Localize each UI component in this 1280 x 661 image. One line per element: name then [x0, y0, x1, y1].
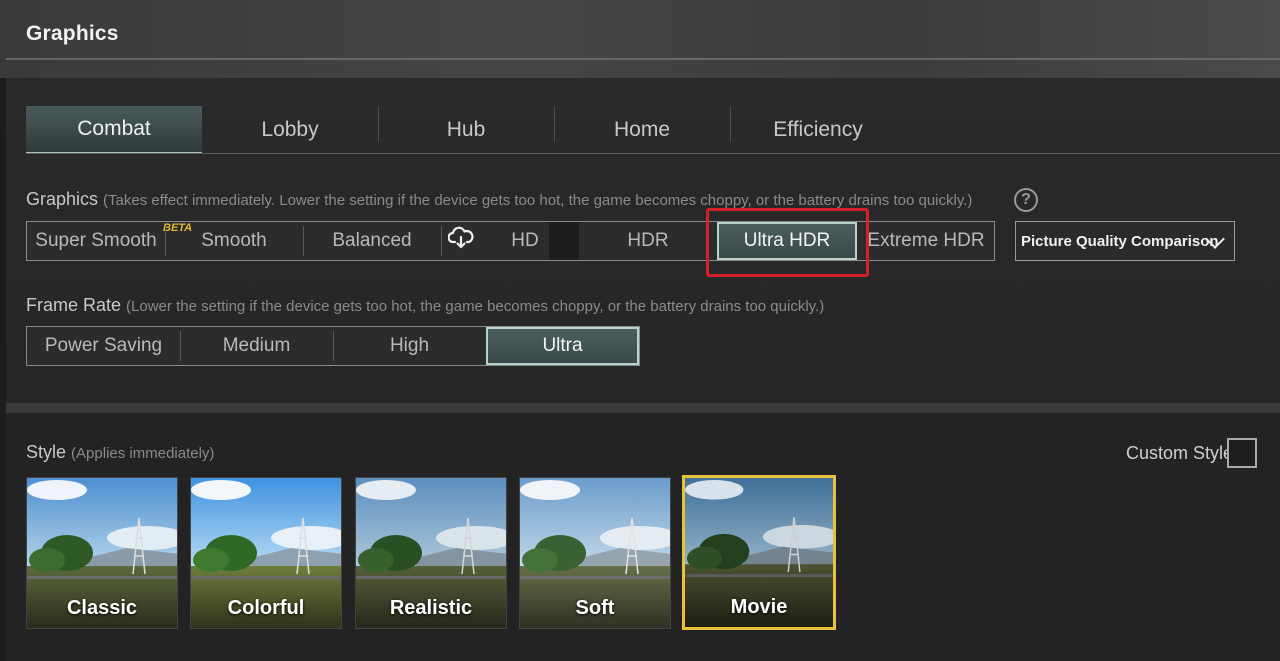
graphics-option-super-smooth[interactable]: Super Smooth — [27, 222, 165, 260]
graphics-section-label: Graphics (Takes effect immediately. Lowe… — [26, 189, 972, 210]
tab-efficiency[interactable]: Efficiency — [730, 106, 906, 154]
style-option-soft[interactable]: Soft — [519, 477, 671, 629]
style-option-label: Soft — [575, 597, 615, 619]
frame-rate-option-medium[interactable]: Medium — [180, 327, 333, 365]
cloud-download-icon — [448, 226, 474, 249]
custom-style-label: Custom Style — [1126, 443, 1234, 463]
graphics-label: Graphics — [26, 189, 99, 209]
highlight-annotation — [706, 208, 869, 277]
tab-lobby[interactable]: Lobby — [202, 106, 378, 154]
style-option-movie[interactable]: Movie — [682, 475, 836, 630]
frame-rate-option-power-saving[interactable]: Power Saving — [27, 327, 180, 365]
frame-rate-hint: (Lower the setting if the device gets to… — [126, 298, 825, 315]
style-hint: (Applies immediately) — [71, 445, 215, 462]
style-option-label: Realistic — [389, 597, 473, 619]
graphics-option-hdr[interactable]: HDR — [579, 222, 717, 260]
graphics-hint: (Takes effect immediately. Lower the set… — [103, 192, 973, 209]
tab-hub[interactable]: Hub — [378, 106, 554, 154]
tab-home[interactable]: Home — [554, 106, 730, 154]
style-option-label: Movie — [730, 596, 788, 618]
tab-bar: Combat Lobby Hub Home Efficiency — [26, 106, 1280, 154]
custom-style-checkbox[interactable] — [1227, 438, 1257, 468]
style-option-label: Classic — [66, 597, 138, 619]
tab-combat[interactable]: Combat — [26, 106, 202, 154]
style-option-label: Colorful — [227, 597, 305, 619]
graphics-option-smooth[interactable]: Smooth — [165, 222, 303, 260]
graphics-option-balanced[interactable]: Balanced — [303, 222, 441, 260]
style-label: Style — [26, 442, 67, 462]
frame-rate-option-high[interactable]: High — [333, 327, 486, 365]
frame-rate-selector: Power Saving Medium High Ultra — [26, 326, 640, 366]
graphics-option-label: Super Smooth — [35, 230, 157, 251]
style-section-label: Style (Applies immediately) — [26, 442, 214, 463]
style-option-classic[interactable]: Classic — [26, 477, 178, 629]
frame-rate-option-ultra[interactable]: Ultra — [486, 327, 639, 365]
frame-rate-label: Frame Rate — [26, 295, 122, 315]
graphics-option-extreme-hdr[interactable]: Extreme HDR — [857, 222, 995, 260]
header-bar: Graphics — [0, 0, 1280, 78]
dropdown-label: Picture Quality Comparison — [1021, 232, 1219, 250]
frame-rate-section-label: Frame Rate (Lower the setting if the dev… — [26, 295, 824, 316]
style-option-realistic[interactable]: Realistic — [355, 477, 507, 629]
section-divider — [6, 403, 1280, 413]
style-option-colorful[interactable]: Colorful — [190, 477, 342, 629]
option-spacer — [549, 222, 579, 260]
picture-quality-comparison-dropdown[interactable]: Picture Quality Comparison — [1015, 221, 1235, 261]
page-title: Graphics — [26, 22, 119, 45]
help-icon[interactable]: ? — [1014, 188, 1038, 212]
